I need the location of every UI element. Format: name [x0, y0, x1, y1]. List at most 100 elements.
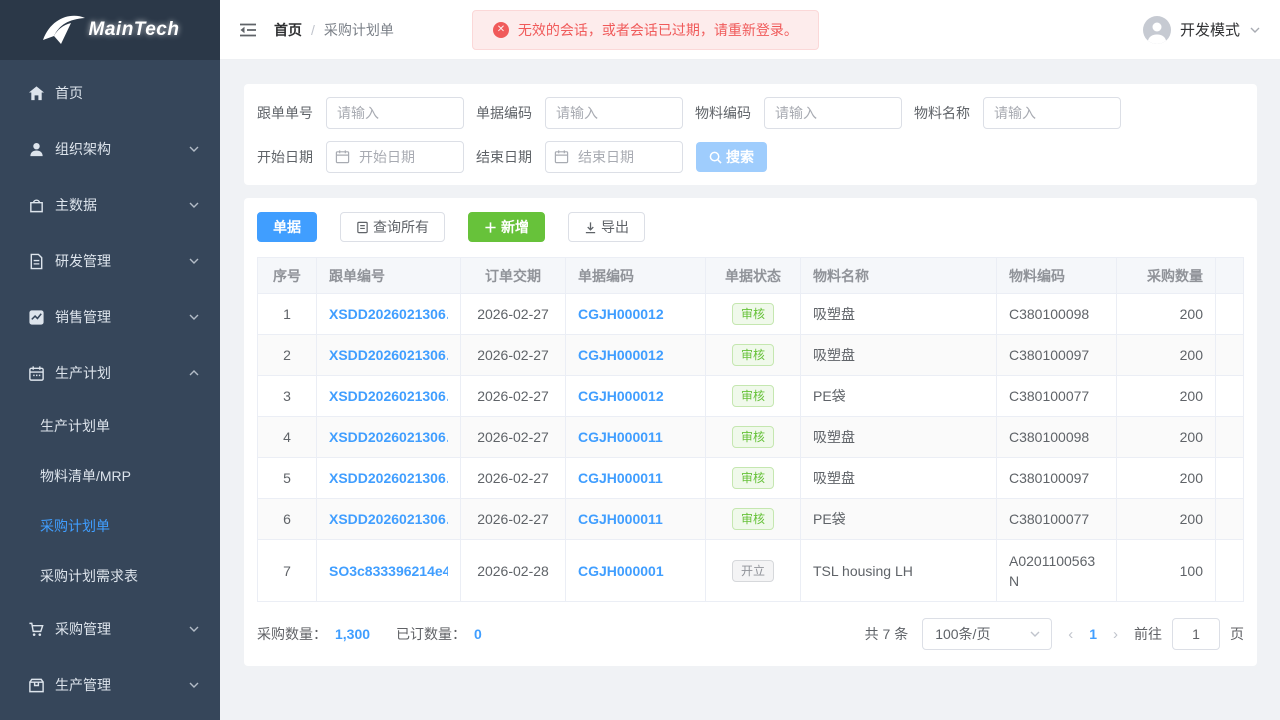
doc-no-link[interactable]: CGJH000011: [578, 511, 693, 527]
total-count: 共 7 条: [865, 624, 909, 644]
table-row: 3 XSDD2026021306… 2026-02-27 CGJH000012 …: [258, 376, 1244, 417]
cell-seq: 1: [258, 294, 317, 335]
order-no-link[interactable]: XSDD2026021306…: [329, 306, 448, 322]
order-no-link[interactable]: XSDD2026021306…: [329, 347, 448, 363]
filter-order-no: 跟单单号: [257, 97, 464, 129]
material-code-input[interactable]: [764, 97, 902, 129]
cell-extra: [1216, 458, 1244, 499]
order-no-link[interactable]: XSDD2026021306…: [329, 511, 448, 527]
doc-button-label: 单据: [273, 217, 301, 237]
sidebar-item-purchasing[interactable]: 采购管理: [0, 601, 220, 657]
doc-no-input[interactable]: [545, 97, 683, 129]
purchase-plan-table: 序号 跟单编号 订单交期 单据编码 单据状态 物料名称 物料编码 采购数量: [257, 257, 1244, 602]
sidebar-subitem-purchase-plan-demand[interactable]: 采购计划需求表: [0, 551, 220, 601]
sidebar-subitem-bom-mrp[interactable]: 物料清单/MRP: [0, 451, 220, 501]
chevron-down-icon: [188, 255, 200, 267]
filter-label: 结束日期: [476, 147, 532, 167]
cell-seq: 7: [258, 540, 317, 602]
toolbar: 单据 查询所有 新增 导出: [257, 212, 1244, 242]
cell-qty: 200: [1117, 294, 1216, 335]
status-badge: 审核: [732, 467, 774, 489]
goto-page-input[interactable]: [1172, 618, 1220, 650]
table-header-row: 序号 跟单编号 订单交期 单据编码 单据状态 物料名称 物料编码 采购数量: [258, 258, 1244, 294]
sidebar-item-rnd[interactable]: 研发管理: [0, 233, 220, 289]
user-label: 开发模式: [1180, 19, 1240, 40]
pagination: 共 7 条 100条/页 ‹ 1 › 前往 页: [865, 618, 1244, 650]
brand-logo: MainTech: [0, 0, 220, 60]
col-order-no: 跟单编号: [317, 258, 461, 294]
current-page[interactable]: 1: [1089, 626, 1097, 642]
brand-name: MainTech: [89, 19, 180, 41]
chevron-down-icon: [1249, 24, 1261, 36]
cell-extra: [1216, 417, 1244, 458]
prev-page-button[interactable]: ‹: [1066, 626, 1075, 643]
sidebar-item-sales[interactable]: 销售管理: [0, 289, 220, 345]
material-name-input[interactable]: [983, 97, 1121, 129]
sidebar-item-production-plan[interactable]: 生产计划: [0, 345, 220, 401]
ordered-qty-value: 0: [474, 626, 482, 642]
sidebar-item-org[interactable]: 组织架构: [0, 121, 220, 177]
doc-no-link[interactable]: CGJH000011: [578, 429, 693, 445]
sidebar-item-home[interactable]: 首页: [0, 65, 220, 121]
cell-extra: [1216, 376, 1244, 417]
cell-material: TSL housing LH: [801, 540, 997, 602]
order-no-link[interactable]: XSDD2026021306…: [329, 388, 448, 404]
doc-button[interactable]: 单据: [257, 212, 317, 242]
filter-material-name: 物料名称: [914, 97, 1121, 129]
goto-page: 前往 页: [1134, 618, 1244, 650]
cell-delivery: 2026-02-27: [461, 376, 566, 417]
col-qty: 采购数量: [1117, 258, 1216, 294]
doc-no-link[interactable]: CGJH000011: [578, 470, 693, 486]
doc-no-link[interactable]: CGJH000012: [578, 347, 693, 363]
home-icon: [28, 85, 45, 102]
filter-label: 跟单单号: [257, 103, 313, 123]
cell-material: 吸塑盘: [801, 294, 997, 335]
ordered-qty-label: 已订数量：: [396, 624, 466, 644]
filter-row-1: 跟单单号 单据编码 物料编码 物料名称: [257, 97, 1244, 129]
order-no-link[interactable]: XSDD2026021306…: [329, 429, 448, 445]
doc-no-link[interactable]: CGJH000012: [578, 306, 693, 322]
sidebar-item-label: 生产计划: [55, 363, 188, 383]
doc-no-link[interactable]: CGJH000001: [578, 563, 693, 579]
search-button[interactable]: 搜索: [696, 142, 767, 172]
sidebar-item-label: 研发管理: [55, 251, 188, 271]
sidebar-fold-icon[interactable]: [238, 20, 258, 40]
order-no-link[interactable]: SO3c833396214e40: [329, 563, 448, 579]
cell-seq: 4: [258, 417, 317, 458]
order-no-link[interactable]: XSDD2026021306…: [329, 470, 448, 486]
cell-material-code: C380100098: [997, 417, 1117, 458]
breadcrumb-separator: /: [311, 22, 315, 38]
cell-material-code: A0201100563N: [997, 540, 1117, 602]
page-content: 跟单单号 单据编码 物料编码 物料名称: [220, 60, 1280, 720]
table-row: 1 XSDD2026021306… 2026-02-27 CGJH000012 …: [258, 294, 1244, 335]
page-size-select[interactable]: 100条/页: [922, 618, 1052, 650]
query-all-button[interactable]: 查询所有: [340, 212, 445, 242]
sidebar-subitem-production-plan-order[interactable]: 生产计划单: [0, 401, 220, 451]
next-page-button[interactable]: ›: [1111, 626, 1120, 643]
download-icon: [584, 221, 597, 234]
chevron-down-icon: [188, 199, 200, 211]
sidebar-item-manufacturing[interactable]: 生产管理: [0, 657, 220, 713]
breadcrumb-root[interactable]: 首页: [274, 20, 302, 40]
sidebar-item-master-data[interactable]: 主数据: [0, 177, 220, 233]
add-button[interactable]: 新增: [468, 212, 545, 242]
export-button[interactable]: 导出: [568, 212, 645, 242]
sidebar-item-label: 首页: [55, 83, 200, 103]
sidebar-item-label: 主数据: [55, 195, 188, 215]
add-button-label: 新增: [501, 217, 529, 237]
filter-start-date: 开始日期: [257, 141, 464, 173]
order-no-input[interactable]: [326, 97, 464, 129]
col-delivery: 订单交期: [461, 258, 566, 294]
cell-seq: 6: [258, 499, 317, 540]
session-error-alert: ✕ 无效的会话，或者会话已过期，请重新登录。: [472, 10, 819, 50]
cell-qty: 200: [1117, 376, 1216, 417]
user-menu[interactable]: 开发模式: [1143, 16, 1261, 44]
sidebar-subitem-purchase-plan-order[interactable]: 采购计划单: [0, 501, 220, 551]
col-doc-no: 单据编码: [566, 258, 706, 294]
doc-no-link[interactable]: CGJH000012: [578, 388, 693, 404]
cell-material: PE袋: [801, 376, 997, 417]
user-icon: [28, 141, 45, 158]
alert-message: 无效的会话，或者会话已过期，请重新登录。: [518, 20, 798, 40]
filter-material-code: 物料编码: [695, 97, 902, 129]
box-icon: [28, 677, 45, 694]
